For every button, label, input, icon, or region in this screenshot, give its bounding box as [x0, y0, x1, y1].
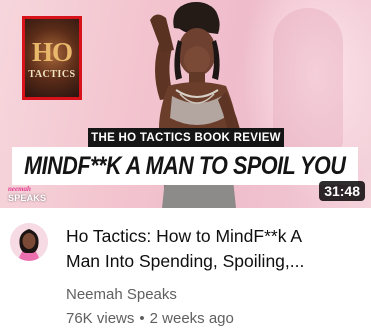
video-thumbnail[interactable]: HO TACTICS THE HO TACTICS BOOK REVIEW MI… — [0, 0, 371, 208]
channel-avatar[interactable] — [10, 223, 48, 261]
book-title-tactics: TACTICS — [28, 69, 76, 80]
video-title-line-1: Ho Tactics: How to MindF**k A — [66, 226, 303, 246]
watermark-script: neemah — [8, 185, 31, 193]
channel-name[interactable]: Neemah Speaks — [66, 286, 177, 303]
book-cover: HO TACTICS — [22, 16, 82, 100]
video-card[interactable]: HO TACTICS THE HO TACTICS BOOK REVIEW MI… — [0, 0, 371, 335]
duration-badge: 31:48 — [319, 181, 365, 201]
channel-watermark: neemah SPEAKS — [6, 185, 56, 205]
watermark-word: SPEAKS — [8, 193, 47, 203]
video-title[interactable]: Ho Tactics: How to MindF**k A Man Into S… — [66, 224, 356, 274]
upload-age: 2 weeks ago — [149, 310, 234, 327]
view-count: 76K views — [66, 310, 135, 327]
stats-separator: • — [139, 310, 145, 327]
subtitle-banner: THE HO TACTICS BOOK REVIEW — [88, 128, 284, 147]
main-banner-text: MINDF**K A MAN TO SPOIL YOU — [24, 151, 346, 180]
avatar-image — [10, 223, 48, 261]
video-stats: 76K views • 2 weeks ago — [66, 310, 234, 327]
book-title-ho: HO — [31, 37, 73, 67]
video-title-line-2: Man Into Spending, Spoiling,... — [66, 251, 305, 271]
main-banner: MINDF**K A MAN TO SPOIL YOU — [12, 147, 358, 185]
